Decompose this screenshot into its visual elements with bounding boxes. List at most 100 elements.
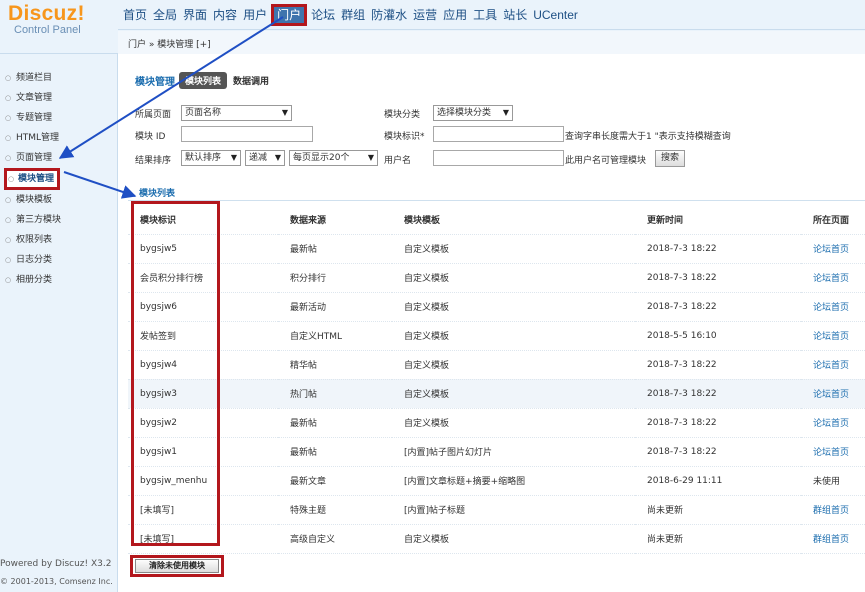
perpage-select[interactable]: 每页显示20个 ▼ [289,150,378,166]
tab-block-list[interactable]: 模块列表 [179,72,228,89]
username-input[interactable] [433,150,564,166]
clear-button-highlight: 清除未使用模块 [130,555,224,577]
nav-item-8[interactable]: 防灌水 [368,4,410,26]
page-link[interactable]: 群组首页 [801,524,865,554]
table-cell: 2018-7-3 18:22 [635,437,801,467]
sidebar-item-4[interactable]: 页面管理 [0,148,117,168]
page-link[interactable]: 论坛首页 [801,350,865,380]
table-row: bygsjw6 最新活动 自定义模板 2018-7-3 18:22 论坛首页 [128,292,865,322]
table-cell: 特殊主题 [278,495,392,525]
table-cell: 自定义模板 [392,350,635,380]
order-select[interactable]: 递减 ▼ [245,150,285,166]
sidebar-item-0[interactable]: 频道栏目 [0,68,117,88]
nav-item-5[interactable]: 门户 [271,4,308,26]
sidebar-item-2[interactable]: 专题管理 [0,108,117,128]
page-select-value: 页面名称 [185,108,222,118]
page-link[interactable]: 论坛首页 [801,379,865,409]
chevron-down-icon: ▼ [367,153,374,162]
table-cell: [内置]帖子图片幻灯片 [392,437,635,467]
nav-item-1[interactable]: 全局 [150,4,180,26]
main-content: 模块管理 模块列表 数据调用 所属页面 页面名称 ▼ 模块分类 选择模块分类 ▼ 模… [128,60,865,592]
table-cell: 高级自定义 [278,524,392,554]
page-select[interactable]: 页面名称 ▼ [181,105,292,121]
sidebar-item-3[interactable]: HTML管理 [0,128,117,148]
sidebar: 频道栏目文章管理专题管理HTML管理页面管理模块管理模块模板第三方模块权限列表日… [0,54,118,592]
table-cell: 2018-5-5 16:10 [635,321,801,351]
sidebar-item-10[interactable]: 相册分类 [0,270,117,290]
table-row: bygsjw4 精华帖 自定义模板 2018-7-3 18:22 论坛首页 [128,350,865,380]
nav-item-3[interactable]: 内容 [210,4,240,26]
search-button[interactable]: 搜索 [655,150,686,167]
table-cell: [内置]帖子标题 [392,495,635,525]
page-label: 所属页面 [135,110,172,120]
block-id-input[interactable] [181,126,313,142]
discuz-logo[interactable]: Discuz! Control Panel [8,2,118,36]
table-cell: 自定义模板 [392,524,635,554]
divider [128,200,865,201]
table-cell: 2018-7-3 18:22 [635,350,801,380]
table-cell: 尚未更新 [635,524,801,554]
page-link[interactable]: 论坛首页 [801,263,865,293]
sidebar-item-7[interactable]: 第三方模块 [0,210,117,230]
block-tag-input[interactable] [433,126,564,142]
column-header[interactable]: 所在页面 [801,206,865,235]
table-cell: 自定义模板 [392,321,635,351]
table-row: bygsjw1 最新帖 [内置]帖子图片幻灯片 2018-7-3 18:22 论坛首页 [128,437,865,467]
main-nav: 首页 全局 界面 内容 用户 门户 论坛 群组 防灌水 运营 应用 工具 站长 UCenter [118,0,865,30]
clear-unused-blocks-button[interactable]: 清除未使用模块 [135,559,219,573]
page-link[interactable]: 群组首页 [801,495,865,525]
sidebar-item-8[interactable]: 权限列表 [0,230,117,250]
nav-item-9[interactable]: 运营 [410,4,440,26]
sidebar-item-1[interactable]: 文章管理 [0,88,117,108]
table-cell: 精华帖 [278,350,392,380]
sidebar-item-9[interactable]: 日志分类 [0,250,117,270]
sort-select-value: 默认排序 [185,153,222,163]
chevron-down-icon: ▼ [230,153,237,162]
table-cell: 热门帖 [278,379,392,409]
category-select[interactable]: 选择模块分类 ▼ [433,105,513,121]
nav-item-12[interactable]: 站长 [500,4,530,26]
table-cell: 自定义模板 [392,379,635,409]
order-select-value: 递减 [249,153,268,163]
table-cell: 自定义模板 [392,292,635,322]
table-cell: 最新帖 [278,234,392,264]
page-link[interactable]: 论坛首页 [801,408,865,438]
tab-bar: 模块管理 模块列表 数据调用 [135,72,269,89]
table-cell: 2018-7-3 18:22 [635,234,801,264]
column-header[interactable]: 数据来源 [278,206,392,235]
column-header[interactable]: 更新时间 [635,206,801,235]
nav-item-13[interactable]: UCenter [530,4,581,26]
sidebar-menu: 频道栏目文章管理专题管理HTML管理页面管理模块管理模块模板第三方模块权限列表日… [0,68,117,290]
nav-item-7[interactable]: 群组 [338,4,368,26]
table-cell: 尚未更新 [635,495,801,525]
nav-item-4[interactable]: 用户 [240,4,270,26]
tab-data-call[interactable]: 数据调用 [233,74,269,87]
copyright-text: © 2001-2013, Comsenz Inc. [0,577,113,586]
table-cell: [内置]文章标题+摘要+缩略图 [392,466,635,496]
table-row: bygsjw3 热门帖 自定义模板 2018-7-3 18:22 论坛首页 [128,379,865,409]
category-select-value: 选择模块分类 [437,108,492,118]
breadcrumb: 门户 » 模块管理 [+] [118,31,865,54]
nav-item-2[interactable]: 界面 [180,4,210,26]
page-link: 未使用 [801,466,865,496]
chevron-down-icon: ▼ [502,108,509,117]
nav-item-11[interactable]: 工具 [470,4,500,26]
username-label: 用户名 [384,156,412,166]
sort-select[interactable]: 默认排序 ▼ [181,150,241,166]
table-row: bygsjw2 最新帖 自定义模板 2018-7-3 18:22 论坛首页 [128,408,865,438]
page-link[interactable]: 论坛首页 [801,234,865,264]
chevron-down-icon: ▼ [274,153,281,162]
page-link[interactable]: 论坛首页 [801,437,865,467]
page-link[interactable]: 论坛首页 [801,292,865,322]
chevron-down-icon: ▼ [281,108,288,117]
table-cell: 2018-7-3 18:22 [635,263,801,293]
nav-item-10[interactable]: 应用 [440,4,470,26]
sidebar-item-5[interactable]: 模块管理 [4,168,60,190]
nav-item-6[interactable]: 论坛 [308,4,338,26]
block-id-label: 模块 ID [135,132,166,142]
sidebar-item-6[interactable]: 模块模板 [0,190,117,210]
page-link[interactable]: 论坛首页 [801,321,865,351]
column-header[interactable]: 模块模板 [392,206,635,235]
nav-item-0[interactable]: 首页 [120,4,150,26]
sort-label: 结果排序 [135,156,172,166]
